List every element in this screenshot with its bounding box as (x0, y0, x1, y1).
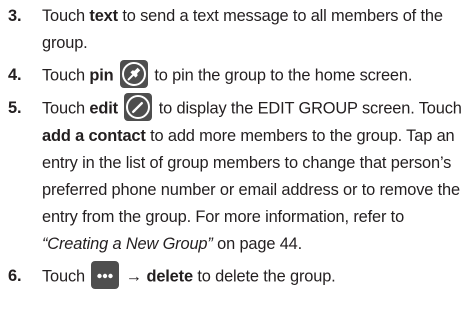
step-number: 5. (8, 99, 22, 117)
action-text-label: text (89, 7, 118, 25)
step-number: 3. (8, 7, 22, 25)
cross-reference: “Creating a New Group” (42, 235, 213, 253)
step-number: 6. (8, 267, 22, 285)
arrow-glyph: → (125, 267, 143, 286)
step-text: Touch (42, 7, 90, 25)
step-number: 4. (8, 66, 22, 84)
step-text: Touch (42, 267, 90, 286)
step-text: Touch (42, 66, 90, 85)
action-pin-label: pin (89, 66, 114, 85)
step-text: to pin the group to the home screen. (149, 66, 413, 85)
action-edit-label: edit (89, 99, 118, 118)
action-add-contact-label: add a contact (42, 127, 146, 145)
step-text: to delete the group. (192, 267, 336, 286)
edit-icon (124, 93, 153, 121)
pin-icon (119, 60, 148, 88)
step-5: 5. Touch edit to display the EDIT GROUP … (0, 93, 474, 258)
action-delete-label: delete (146, 267, 193, 286)
step-4: 4. Touch pin to pin the group to the hom… (0, 60, 474, 90)
step-6: 6. Touch → delete to delete the group. (0, 261, 474, 291)
step-text: to display the EDIT GROUP screen. Touch (154, 99, 462, 118)
step-text: Touch (42, 99, 90, 118)
step-3: 3. Touch text to send a text message to … (0, 3, 474, 57)
step-text: on page 44. (212, 235, 303, 253)
more-icon (91, 261, 120, 289)
instruction-steps: 3. Touch text to send a text message to … (0, 3, 474, 291)
